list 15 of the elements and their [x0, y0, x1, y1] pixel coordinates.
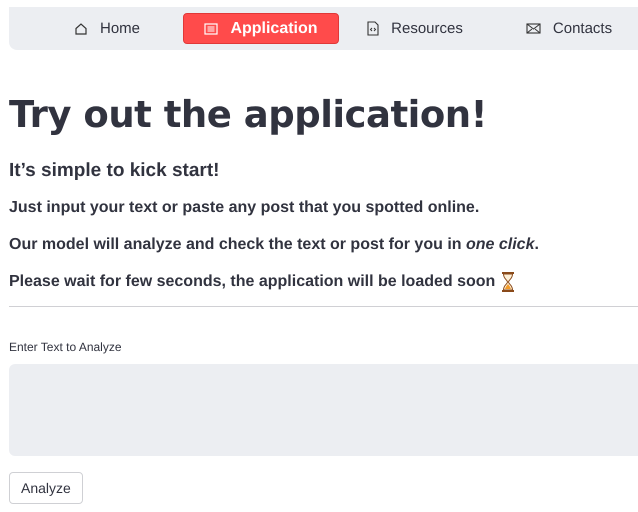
nav-tab[interactable]: Home	[56, 14, 158, 43]
field-label: Enter Text to Analyze	[9, 340, 122, 354]
envelope-icon	[526, 23, 541, 34]
subtitle: It’s simple to kick start!	[9, 159, 220, 183]
analyze-button[interactable]: Analyze	[9, 472, 83, 504]
paragraph: Our model will analyze and check the text or post for you in one click.	[9, 235, 539, 255]
page-title: Try out the application!	[9, 92, 488, 138]
paragraph: Please wait for few seconds, the application will be loaded soon	[9, 272, 496, 292]
paragraph: Just input your text or paste any post that you spotted online.	[9, 198, 480, 218]
nav-tab[interactable]: Contacts	[508, 14, 630, 43]
file-code-icon	[367, 21, 380, 36]
hourglass-icon	[501, 272, 516, 292]
home-icon	[74, 22, 88, 36]
nav-tab[interactable]: Resources	[349, 14, 481, 43]
document-icon	[204, 22, 218, 34]
